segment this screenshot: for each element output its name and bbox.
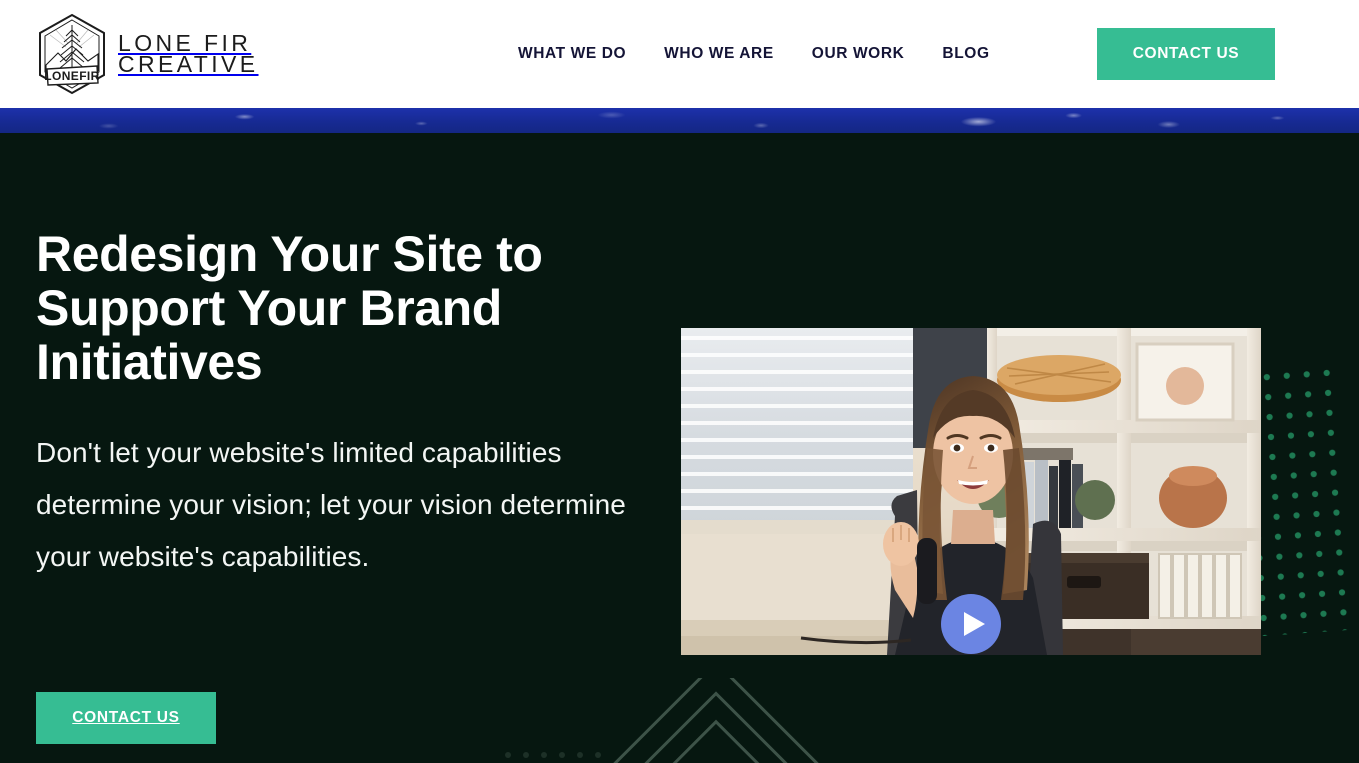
logo-badge-word: LONEFIR xyxy=(44,69,99,83)
hero-carousel-dots xyxy=(505,748,609,762)
primary-navigation: WHAT WE DO WHO WE ARE OUR WORK BLOG xyxy=(518,0,990,108)
nav-item-our-work[interactable]: OUR WORK xyxy=(812,45,905,63)
carousel-dot-5[interactable] xyxy=(577,752,583,758)
carousel-dot-3[interactable] xyxy=(541,752,547,758)
nav-item-what-we-do[interactable]: WHAT WE DO xyxy=(518,45,626,63)
nav-item-blog[interactable]: BLOG xyxy=(942,45,989,63)
carousel-dot-1[interactable] xyxy=(505,752,511,758)
logo-wordmark: LONE FIR CREATIVE xyxy=(118,31,259,77)
carousel-dot-6[interactable] xyxy=(595,752,601,758)
nested-diamond-outline xyxy=(610,678,822,763)
logo-wordmark-line2: CREATIVE xyxy=(118,51,259,77)
hero-subtitle: Don't let your website's limited capabil… xyxy=(36,437,626,572)
carousel-dot-4[interactable] xyxy=(559,752,565,758)
hero-copy: Redesign Your Site to Support Your Brand… xyxy=(36,227,636,583)
header-contact-us-button[interactable]: CONTACT US xyxy=(1097,28,1275,80)
site-logo[interactable]: LONEFIR LONE FIR CREATIVE xyxy=(36,12,255,96)
hero-section: Redesign Your Site to Support Your Brand… xyxy=(0,133,1359,763)
video-play-button[interactable] xyxy=(941,594,1001,654)
fir-tree-hexagon-badge-icon: LONEFIR xyxy=(39,13,105,95)
hero-contact-us-button[interactable]: CONTACT US xyxy=(36,692,216,744)
carousel-dot-2[interactable] xyxy=(523,752,529,758)
play-triangle-icon xyxy=(963,612,985,636)
painted-blue-divider xyxy=(0,108,1359,133)
nav-item-who-we-are[interactable]: WHO WE ARE xyxy=(664,45,774,63)
painted-blue-divider-texture xyxy=(0,108,1359,133)
site-header: LONEFIR LONE FIR CREATIVE WHAT WE DO WHO… xyxy=(0,0,1359,108)
hero-title: Redesign Your Site to Support Your Brand… xyxy=(36,226,543,390)
